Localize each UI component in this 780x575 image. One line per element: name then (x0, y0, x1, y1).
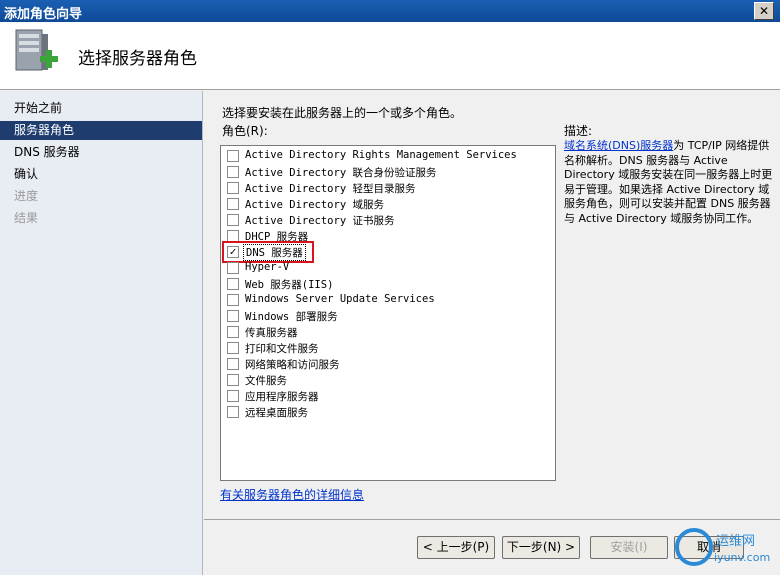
sidebar-item-server-roles[interactable]: 服务器角色 (0, 121, 202, 140)
role-item[interactable]: Active Directory 域服务 (225, 196, 545, 212)
role-item[interactable]: 网络策略和访问服务 (225, 356, 545, 372)
role-checkbox-checked[interactable]: ✓ (227, 246, 239, 258)
role-item[interactable]: Active Directory 证书服务 (225, 212, 545, 228)
install-button: 安装(I) (590, 536, 668, 559)
sidebar-item-before-you-begin[interactable]: 开始之前 (0, 99, 202, 118)
role-item[interactable]: Active Directory 联合身份验证服务 (225, 164, 545, 180)
role-item-dns-server[interactable]: ✓ DNS 服务器 (222, 241, 545, 263)
role-checkbox[interactable] (227, 294, 239, 306)
role-item[interactable]: 打印和文件服务 (225, 340, 545, 356)
next-button[interactable]: 下一步(N) > (502, 536, 580, 559)
role-checkbox[interactable] (227, 278, 239, 290)
role-checkbox[interactable] (227, 310, 239, 322)
more-info-link[interactable]: 有关服务器角色的详细信息 (220, 486, 364, 503)
close-icon: ✕ (758, 4, 770, 18)
role-item[interactable]: 文件服务 (225, 372, 545, 388)
role-checkbox[interactable] (227, 406, 239, 418)
roles-list[interactable]: Active Directory Rights Management Servi… (220, 145, 556, 481)
description-title: 描述: (564, 124, 593, 138)
role-item[interactable]: Web 服务器(IIS) (225, 276, 545, 292)
role-item[interactable]: Windows Server Update Services (225, 292, 545, 308)
role-checkbox[interactable] (227, 374, 239, 386)
sidebar-item-confirmation[interactable]: 确认 (0, 165, 202, 184)
role-checkbox[interactable] (227, 342, 239, 354)
close-button[interactable]: ✕ (754, 2, 774, 20)
role-item[interactable]: 传真服务器 (225, 324, 545, 340)
sidebar-item-results: 结果 (14, 211, 39, 225)
svg-text:iyunv.com: iyunv.com (714, 551, 770, 564)
watermark-logo: 运维网 iyunv.com (675, 528, 770, 566)
role-checkbox[interactable] (227, 262, 239, 274)
roles-label: 角色(R): (222, 124, 268, 138)
page-title: 选择服务器角色 (78, 49, 197, 69)
role-checkbox[interactable] (227, 326, 239, 338)
role-checkbox[interactable] (227, 166, 239, 178)
wizard-header: 选择服务器角色 (0, 22, 780, 90)
previous-button[interactable]: < 上一步(P) (417, 536, 495, 559)
role-item[interactable]: Active Directory 轻型目录服务 (225, 180, 545, 196)
server-add-icon (15, 29, 58, 71)
title-bar: 添加角色向导 ✕ (0, 0, 780, 22)
role-checkbox[interactable] (227, 358, 239, 370)
instruction-text: 选择要安装在此服务器上的一个或多个角色。 (222, 106, 463, 120)
sidebar-item-dns-server[interactable]: DNS 服务器 (0, 143, 202, 162)
role-checkbox[interactable] (227, 150, 239, 162)
sidebar-item-progress: 进度 (14, 189, 39, 203)
wizard-sidebar: 开始之前 服务器角色 DNS 服务器 确认 进度 结果 (0, 91, 203, 575)
window-title: 添加角色向导 (4, 7, 83, 22)
role-item[interactable]: Active Directory Rights Management Servi… (225, 148, 545, 164)
role-item[interactable]: Windows 部署服务 (225, 308, 545, 324)
role-checkbox[interactable] (227, 198, 239, 210)
svg-text:运维网: 运维网 (716, 534, 755, 549)
main-panel: 选择要安装在此服务器上的一个或多个角色。 角色(R): Active Direc… (204, 91, 780, 519)
role-checkbox[interactable] (227, 390, 239, 402)
role-checkbox[interactable] (227, 214, 239, 226)
role-checkbox[interactable] (227, 182, 239, 194)
description-text: 域名系统(DNS)服务器为 TCP/IP 网络提供名称解析。DNS 服务器与 A… (564, 139, 774, 226)
role-item[interactable]: 远程桌面服务 (225, 404, 545, 420)
wizard-footer: < 上一步(P) 下一步(N) > 安装(I) 取消 运维网 iyunv.com (204, 519, 780, 575)
dns-description-link[interactable]: 域名系统(DNS)服务器 (564, 139, 673, 152)
role-item[interactable]: 应用程序服务器 (225, 388, 545, 404)
role-item[interactable]: Hyper-V (225, 260, 545, 276)
